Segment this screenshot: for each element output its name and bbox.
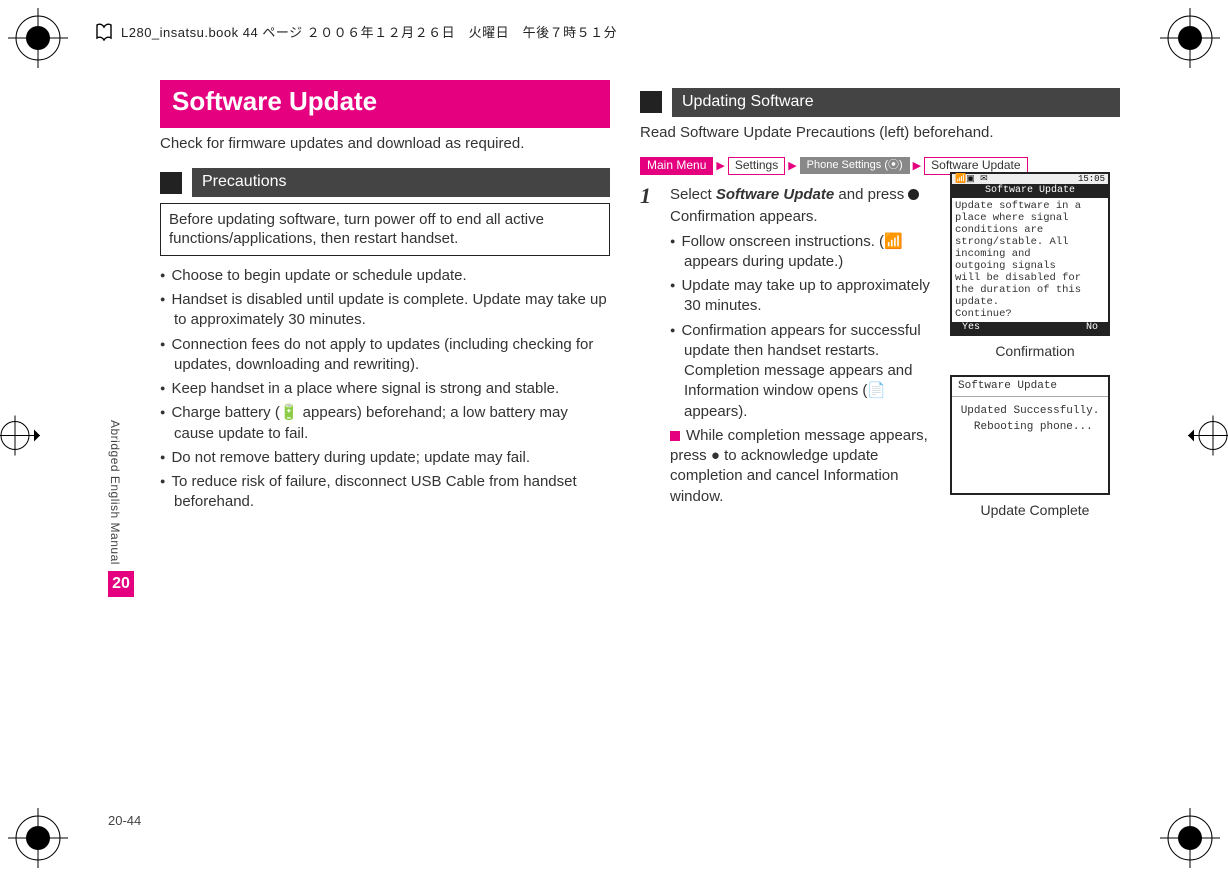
note-marker-icon [670,431,680,441]
precaution-item: Handset is disabled until update is comp… [160,290,610,331]
step-title-prefix: Select [670,186,716,203]
print-header: L280_insatsu.book 44 ページ ２００６年１２月２６日 火曜日… [95,22,617,41]
section-precautions: Precautions [160,168,610,197]
softkey-yes: Yes [962,322,980,334]
precaution-item: Connection fees do not apply to updates … [160,335,610,376]
clock-text: 15:05 [1078,174,1105,184]
signal-icon: 📶▣ ✉ [955,174,988,184]
print-header-text: L280_insatsu.book 44 ページ ２００６年１２月２６日 火曜日… [121,22,617,41]
side-tab: Abridged English Manual 20 [108,420,150,597]
step-title-suffix: and press [834,186,908,203]
figure-confirmation-screen: 📶▣ ✉ 15:05 Software Update Update softwa… [950,172,1110,336]
step-title-em: Software Update [716,186,834,203]
section-marker-icon [160,172,182,194]
registration-mark-bottom-left [8,808,68,868]
nav-settings: Settings [728,157,785,175]
page-title: Software Update [160,80,610,128]
crop-mark-left [0,416,40,461]
step-bullet-item: Update may take up to approximately 30 m… [670,276,930,317]
figure-complete-screen: Software Update Updated Successfully. Re… [950,375,1110,495]
precautions-warning-box: Before updating software, turn power off… [160,203,610,256]
step-bullet-item: Confirmation appears for successful upda… [670,321,930,422]
nav-phone-settings: Phone Settings (⦿) [800,157,910,174]
step-note-text: While completion message appears, press … [670,427,928,505]
figure-confirmation-caption: Confirmation [950,342,1120,361]
registration-mark-top-right [1160,8,1220,68]
precautions-list: Choose to begin update or schedule updat… [160,266,610,513]
crop-mark-right [1188,416,1228,461]
section-updating-label: Updating Software [672,88,1120,117]
precaution-item: To reduce risk of failure, disconnect US… [160,472,610,513]
screen2-titlebar: Software Update [952,377,1108,397]
precaution-item: Charge battery (🔋 appears) beforehand; a… [160,403,610,444]
screen2-body-text: Updated Successfully. Rebooting phone... [952,397,1108,493]
side-tab-chapter: 20 [108,571,134,597]
nav-main-menu: Main Menu [640,157,713,175]
figure-column: 📶▣ ✉ 15:05 Software Update Update softwa… [950,172,1120,533]
step-confirmation-text: Confirmation appears. [670,207,930,227]
figure-complete-caption: Update Complete [950,501,1120,520]
step-bullet-list: Follow onscreen instructions. (📶 appears… [670,232,930,422]
softkey-no: No [1086,322,1098,334]
updating-intro: Read Software Update Precautions (left) … [640,123,1120,143]
registration-mark-bottom-right [1160,808,1220,868]
step-title: Select Software Update and press [670,185,930,205]
screen-titlebar: Software Update [952,184,1108,198]
precaution-item: Keep handset in a place where signal is … [160,379,610,399]
step-note: While completion message appears, press … [670,426,930,507]
nav-arrow-icon: ▶ [715,159,725,174]
side-tab-label: Abridged English Manual [108,420,122,565]
section-marker-icon [640,91,662,113]
center-button-icon [908,189,919,200]
nav-arrow-icon: ▶ [787,159,797,174]
section-precautions-label: Precautions [192,168,610,197]
step-number: 1 [640,185,662,507]
page-intro: Check for firmware updates and download … [160,134,610,154]
nav-arrow-icon: ▶ [912,159,922,174]
precaution-item: Choose to begin update or schedule updat… [160,266,610,286]
step-bullet-item: Follow onscreen instructions. (📶 appears… [670,232,930,273]
section-updating: Updating Software [640,88,1120,117]
page-number: 20-44 [108,813,141,828]
precaution-item: Do not remove battery during update; upd… [160,448,610,468]
screen-body-text: Update software in a place where signal … [952,198,1108,323]
registration-mark-top-left [8,8,68,68]
book-icon [95,23,113,41]
